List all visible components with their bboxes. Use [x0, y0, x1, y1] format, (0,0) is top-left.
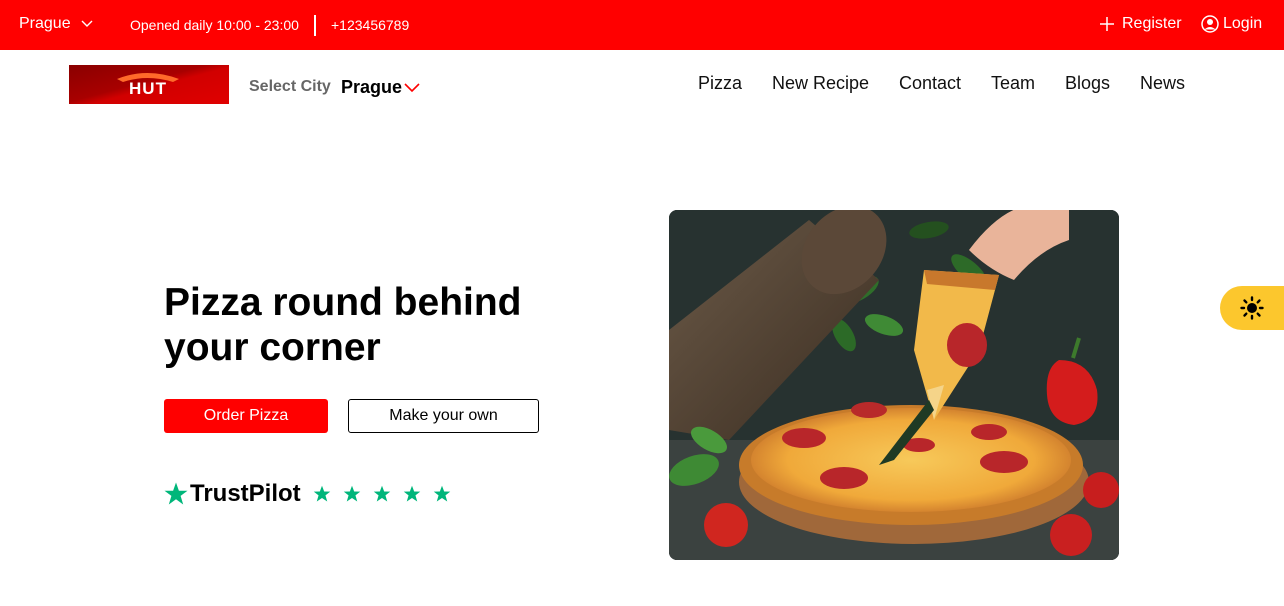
divider [314, 15, 316, 36]
trustpilot-rating: TrustPilot [164, 480, 463, 508]
chevron-down-icon [81, 20, 93, 27]
hero-title: Pizza round behind your corner [164, 281, 522, 369]
star-icon [433, 485, 451, 503]
nav-pizza[interactable]: Pizza [698, 73, 742, 94]
logo-text: HUT [129, 79, 167, 98]
star-icon [403, 485, 421, 503]
top-city-label: Prague [19, 15, 71, 32]
plus-icon [1100, 17, 1114, 31]
user-circle-icon [1201, 15, 1219, 33]
chevron-down-icon [404, 82, 420, 92]
selected-city: Prague [341, 77, 403, 97]
brand-logo[interactable]: HUT [69, 65, 229, 104]
opening-hours: Opened daily 10:00 - 23:00 [130, 17, 299, 33]
top-city-selector[interactable]: Prague [19, 15, 93, 33]
register-link[interactable]: Register [1100, 15, 1182, 33]
sun-icon [1240, 296, 1264, 320]
star-icon [313, 485, 331, 503]
nav-blogs[interactable]: Blogs [1065, 73, 1110, 94]
nav-new-recipe[interactable]: New Recipe [772, 73, 869, 94]
phone-number[interactable]: +123456789 [331, 17, 409, 33]
order-pizza-button[interactable]: Order Pizza [164, 399, 328, 433]
star-icon [373, 485, 391, 503]
star-icon [343, 485, 361, 503]
nav-contact[interactable]: Contact [899, 73, 961, 94]
city-dropdown[interactable]: Prague [341, 77, 420, 98]
trustpilot-name: TrustPilot [190, 480, 301, 507]
top-bar: Prague Opened daily 10:00 - 23:00 +12345… [0, 0, 1284, 50]
star-rating [313, 485, 463, 503]
nav-news[interactable]: News [1140, 73, 1185, 94]
select-city-label: Select City [249, 78, 331, 95]
make-your-own-button[interactable]: Make your own [348, 399, 539, 433]
hero-pizza-image [669, 210, 1119, 560]
trustpilot-star-icon [164, 482, 188, 505]
nav-team[interactable]: Team [991, 73, 1035, 94]
theme-toggle[interactable] [1220, 286, 1284, 330]
login-link[interactable]: Login [1201, 15, 1262, 33]
register-label: Register [1122, 15, 1182, 32]
login-label: Login [1223, 15, 1263, 32]
logo-graphic: HUT [117, 73, 179, 98]
